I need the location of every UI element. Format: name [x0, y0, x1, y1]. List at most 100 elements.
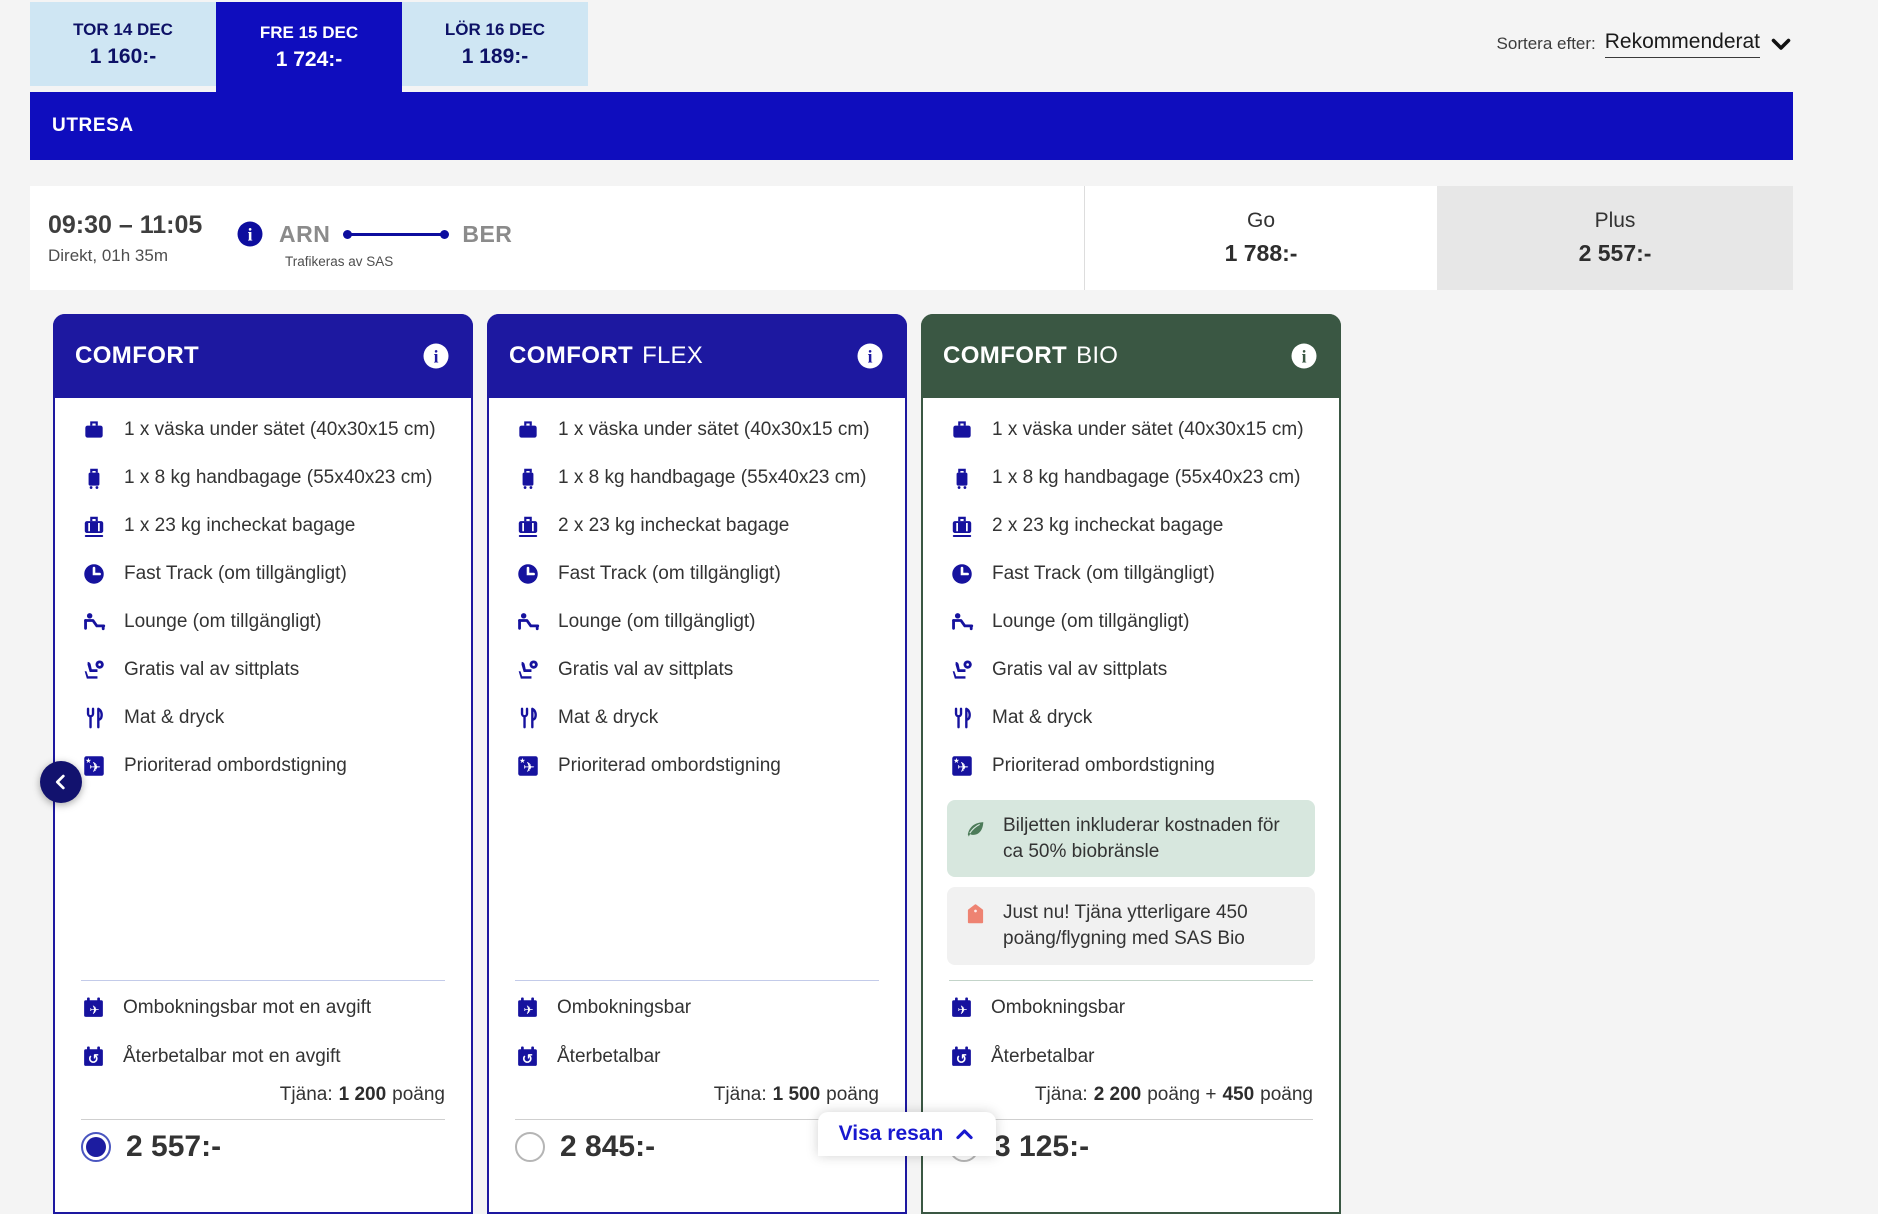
- tab-day-label: FRE 15 DEC: [260, 23, 358, 43]
- feature-text: 2 x 23 kg incheckat bagage: [558, 515, 789, 537]
- fare-column-price: 1 788:-: [1225, 240, 1298, 267]
- show-trip-button[interactable]: Visa resan: [818, 1112, 996, 1156]
- feature-text: 1 x 23 kg incheckat bagage: [124, 515, 355, 537]
- fare-radio[interactable]: [515, 1132, 545, 1162]
- fare-price-row: 2 557:-: [81, 1130, 445, 1164]
- condition-text: Ombokningsbar: [991, 997, 1125, 1019]
- feature-row: 1 x 8 kg handbagage (55x40x23 cm): [489, 454, 905, 502]
- feature-text: Lounge (om tillgängligt): [992, 611, 1190, 633]
- fare-column-plus[interactable]: Plus 2 557:-: [1437, 186, 1793, 290]
- flight-details: Direkt, 01h 35m: [48, 246, 202, 266]
- fare-price-row: 3 125:-: [949, 1130, 1313, 1164]
- fare-card-comfort-flex: COMFORTFLEX 1 x väska under sätet (40x30…: [487, 314, 907, 1214]
- feature-row: 1 x väska under sätet (40x30x15 cm): [489, 406, 905, 454]
- earn-unit: poäng: [826, 1084, 879, 1106]
- fare-card-header: COMFORT: [53, 314, 473, 398]
- refund-icon: [949, 1044, 974, 1069]
- info-icon[interactable]: [421, 341, 451, 371]
- earn-unit: poäng +: [1147, 1084, 1216, 1106]
- condition-row: Ombokningsbar mot en avgift: [81, 985, 445, 1030]
- underseat-bag-icon: [949, 417, 975, 443]
- tab-day-label: TOR 14 DEC: [73, 20, 173, 40]
- checked-bag-icon: [949, 513, 975, 539]
- earn-points-line: Tjäna: 1 500 poäng: [515, 1079, 879, 1111]
- operated-by: Trafikeras av SAS: [285, 254, 393, 269]
- feature-row: Prioriterad ombordstigning: [489, 742, 905, 790]
- fare-price: 3 125:-: [994, 1130, 1089, 1164]
- condition-row: Ombokningsbar: [949, 985, 1313, 1030]
- meal-icon: [515, 705, 541, 731]
- checked-bag-icon: [81, 513, 107, 539]
- refund-icon: [515, 1044, 540, 1069]
- chevron-down-icon[interactable]: [1769, 32, 1793, 56]
- notice-text: Just nu! Tjäna ytterligare 450 poäng/fly…: [1003, 900, 1299, 951]
- feature-text: Fast Track (om tillgängligt): [558, 563, 781, 585]
- chevron-up-icon: [954, 1124, 975, 1145]
- divider: [81, 980, 445, 981]
- feature-text: Prioriterad ombordstigning: [558, 755, 781, 777]
- earn-label: Tjäna:: [280, 1084, 333, 1106]
- fare-card-title: COMFORT: [75, 342, 199, 370]
- fare-title-suffix: FLEX: [642, 342, 703, 369]
- feature-text: Gratis val av sittplats: [124, 659, 299, 681]
- feature-row: Fast Track (om tillgängligt): [489, 550, 905, 598]
- fare-column-price: 2 557:-: [1579, 240, 1652, 267]
- rebook-icon: [949, 995, 974, 1020]
- date-tab-friday-selected[interactable]: FRE 15 DEC 1 724:-: [216, 2, 402, 92]
- fare-radio-selected[interactable]: [81, 1132, 111, 1162]
- fast-track-icon: [81, 561, 107, 587]
- feature-text: Lounge (om tillgängligt): [124, 611, 322, 633]
- feature-text: 1 x 8 kg handbagage (55x40x23 cm): [124, 467, 432, 489]
- feature-list: 1 x väska under sätet (40x30x15 cm) 1 x …: [923, 398, 1339, 790]
- fare-card-comfort: COMFORT 1 x väska under sätet (40x30x15 …: [53, 314, 473, 1214]
- divider: [515, 980, 879, 981]
- info-icon[interactable]: [855, 341, 885, 371]
- fare-card-title: COMFORT BIO: [943, 342, 1118, 370]
- priority-boarding-icon: [949, 753, 975, 779]
- divider: [81, 1119, 445, 1120]
- fare-title-suffix: BIO: [1076, 342, 1118, 369]
- refund-icon: [81, 1044, 106, 1069]
- earn-extra-unit: poäng: [1260, 1084, 1313, 1106]
- tab-price: 1 160:-: [90, 45, 157, 69]
- earn-points-line: Tjäna: 2 200 poäng + 450 poäng: [949, 1079, 1313, 1111]
- sort-value-dropdown[interactable]: Rekommenderat: [1605, 30, 1760, 58]
- condition-text: Återbetalbar: [991, 1046, 1095, 1068]
- cabin-bag-icon: [515, 465, 541, 491]
- condition-row: Återbetalbar mot en avgift: [81, 1034, 445, 1079]
- feature-text: Gratis val av sittplats: [558, 659, 733, 681]
- meal-icon: [949, 705, 975, 731]
- date-tab-thursday[interactable]: TOR 14 DEC 1 160:-: [30, 2, 216, 86]
- feature-row: Prioriterad ombordstigning: [55, 742, 471, 790]
- feature-row: Fast Track (om tillgängligt): [923, 550, 1339, 598]
- condition-text: Ombokningsbar: [557, 997, 691, 1019]
- feature-text: Mat & dryck: [992, 707, 1092, 729]
- feature-text: Fast Track (om tillgängligt): [124, 563, 347, 585]
- info-icon[interactable]: [1289, 341, 1319, 371]
- flight-route: ARN BER: [235, 219, 512, 249]
- feature-row: Lounge (om tillgängligt): [489, 598, 905, 646]
- origin-code: ARN: [279, 221, 330, 248]
- feature-text: 1 x väska under sätet (40x30x15 cm): [992, 419, 1304, 441]
- feature-row: Mat & dryck: [55, 694, 471, 742]
- fare-card-conditions: Ombokningsbar Återbetalbar Tjäna: 2 200 …: [949, 980, 1313, 1164]
- fare-column-go[interactable]: Go 1 788:-: [1084, 186, 1437, 290]
- lounge-icon: [515, 609, 541, 635]
- rebook-icon: [515, 995, 540, 1020]
- earn-points: 1 500: [773, 1084, 821, 1106]
- feature-list: 1 x väska under sätet (40x30x15 cm) 1 x …: [489, 398, 905, 790]
- previous-flight-button[interactable]: [40, 761, 82, 803]
- feature-text: 1 x väska under sätet (40x30x15 cm): [124, 419, 436, 441]
- fare-card-header: COMFORTFLEX: [487, 314, 907, 398]
- feature-row: Lounge (om tillgängligt): [923, 598, 1339, 646]
- feature-text: 2 x 23 kg incheckat bagage: [992, 515, 1223, 537]
- feature-row: 1 x 23 kg incheckat bagage: [55, 502, 471, 550]
- fare-card-comfort-bio: COMFORT BIO 1 x väska under sätet (40x30x…: [921, 314, 1341, 1214]
- date-tab-saturday[interactable]: LÖR 16 DEC 1 189:-: [402, 2, 588, 86]
- fare-title-main: COMFORT: [943, 342, 1067, 369]
- feature-text: Prioriterad ombordstigning: [992, 755, 1215, 777]
- feature-text: Gratis val av sittplats: [992, 659, 1167, 681]
- feature-row: 1 x väska under sätet (40x30x15 cm): [55, 406, 471, 454]
- flight-info-icon[interactable]: [235, 219, 265, 249]
- earn-unit: poäng: [392, 1084, 445, 1106]
